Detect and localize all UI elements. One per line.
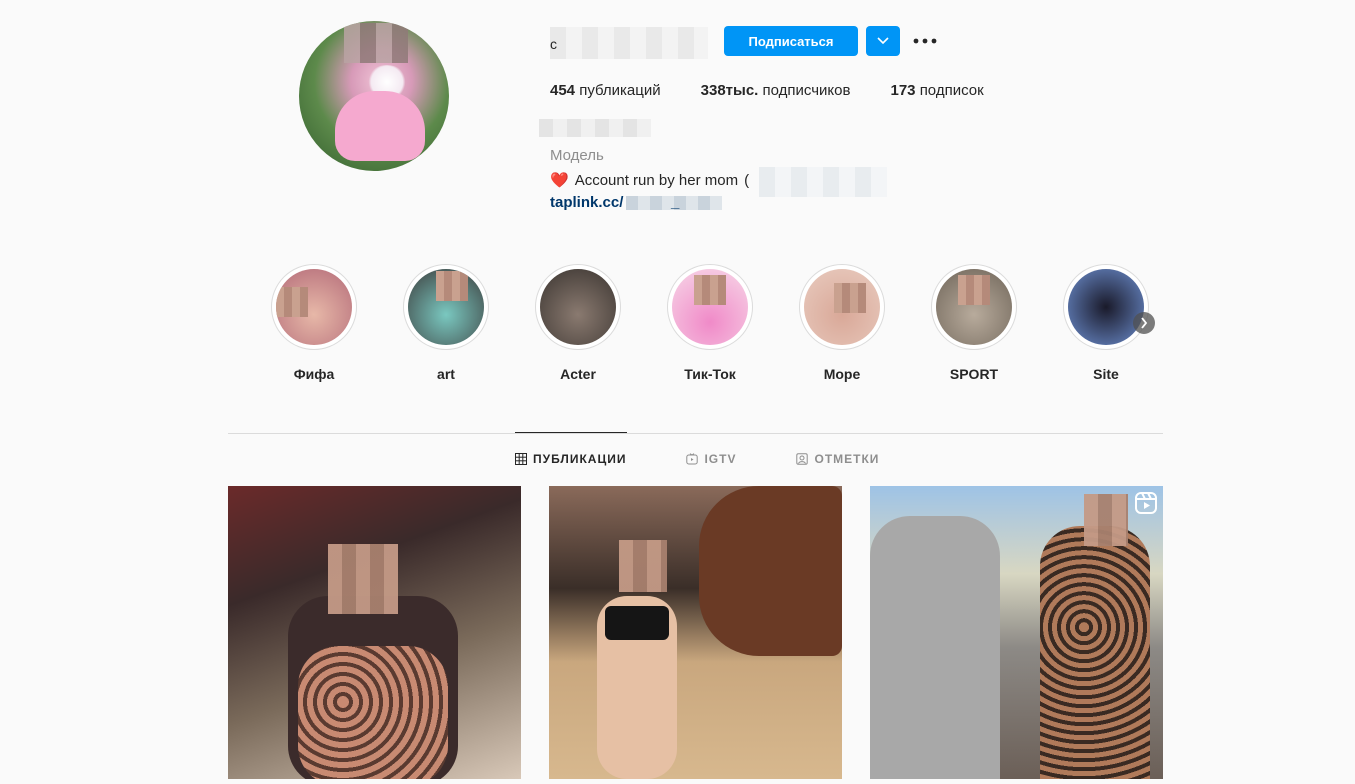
followers-stat[interactable]: 338тыс. подписчиков <box>701 82 851 99</box>
username-visible-char: c <box>550 36 557 52</box>
highlight-ring <box>403 264 489 350</box>
highlights-next-button[interactable] <box>1133 312 1155 334</box>
avatar-figure <box>335 91 425 161</box>
highlight-label: Site <box>1093 366 1119 382</box>
bio-text-trailing: ( <box>744 171 750 189</box>
highlight-ring <box>535 264 621 350</box>
highlight-label: SPORT <box>949 366 999 382</box>
highlight-image <box>1068 269 1144 345</box>
highlight-item[interactable]: art <box>402 264 490 382</box>
bio-text-line: ❤️ Account run by her mom ( <box>550 171 750 190</box>
bio-link-text: taplink.cc/ <box>550 194 624 211</box>
ellipsis-icon <box>913 38 937 44</box>
reels-icon <box>1135 492 1157 514</box>
chevron-right-icon <box>1141 317 1148 329</box>
highlight-image <box>540 269 616 345</box>
post-face-blur <box>1084 494 1128 546</box>
following-label: подписок <box>919 82 984 99</box>
highlight-item[interactable]: Тик-Ток <box>666 264 754 382</box>
igtv-icon <box>686 453 699 465</box>
post-face-blur <box>328 544 398 614</box>
tab-tagged[interactable]: ОТМЕТКИ <box>796 452 879 466</box>
highlight-image <box>936 269 1012 345</box>
post-figure-pattern <box>298 646 448 779</box>
tabs-divider <box>228 433 1163 434</box>
post-statue <box>870 516 1000 779</box>
highlight-label: Море <box>823 366 861 382</box>
highlight-item[interactable]: Acter <box>534 264 622 382</box>
highlight-item[interactable]: SPORT <box>930 264 1018 382</box>
profile-avatar[interactable] <box>299 21 449 171</box>
highlight-image <box>276 269 352 345</box>
highlight-ring <box>1063 264 1149 350</box>
highlight-image <box>804 269 880 345</box>
highlight-ring <box>271 264 357 350</box>
tab-posts[interactable]: ПУБЛИКАЦИИ <box>515 452 626 466</box>
followers-count: 338тыс. <box>700 82 759 99</box>
highlight-label: Тик-Ток <box>684 366 736 382</box>
highlight-ring <box>667 264 753 350</box>
bio-link-underscore: _ <box>671 194 680 211</box>
highlight-item[interactable]: Фифа <box>270 264 358 382</box>
posts-count: 454 <box>550 82 576 99</box>
chevron-down-icon <box>877 37 889 45</box>
bio-mention-blur <box>759 167 887 197</box>
heart-emoji-icon: ❤️ <box>550 172 569 189</box>
posts-stat: 454 публикаций <box>550 82 661 99</box>
profile-stats: 454 публикаций 338тыс. подписчиков 173 п… <box>550 82 984 99</box>
more-options-icon[interactable] <box>912 30 938 52</box>
post-thumbnail[interactable] <box>549 486 842 779</box>
highlight-ring <box>799 264 885 350</box>
highlight-label: art <box>437 366 455 382</box>
follow-button[interactable]: Подписаться <box>724 26 858 56</box>
post-thumbnail[interactable] <box>228 486 521 779</box>
bio-link[interactable]: taplink.cc/ <box>550 194 623 211</box>
tab-label: ОТМЕТКИ <box>814 452 880 466</box>
following-count: 173 <box>890 82 916 99</box>
post-top <box>605 606 669 640</box>
highlight-label: Фифа <box>293 366 335 382</box>
followers-label: подписчиков <box>762 82 851 99</box>
post-figure <box>1040 526 1150 779</box>
highlight-ring <box>931 264 1017 350</box>
profile-category: Модель <box>550 147 604 164</box>
profile-tabs: ПУБЛИКАЦИИ IGTV ОТМЕТКИ <box>515 452 879 466</box>
highlight-item[interactable]: Море <box>798 264 886 382</box>
highlight-image <box>672 269 748 345</box>
tagged-icon <box>796 453 809 465</box>
tab-igtv[interactable]: IGTV <box>686 452 736 466</box>
avatar-face-blur <box>344 23 408 63</box>
following-stat[interactable]: 173 подписок <box>890 82 983 99</box>
username-blur <box>550 27 708 59</box>
post-thumbnail[interactable] <box>870 486 1163 779</box>
post-face-blur <box>619 540 667 592</box>
highlight-image <box>408 269 484 345</box>
bio-text: Account run by her mom <box>574 171 739 189</box>
grid-icon <box>515 453 527 465</box>
active-tab-indicator <box>515 432 627 433</box>
profile-page: c Подписаться 454 публикаций 338тыс. под… <box>0 0 1355 784</box>
tab-label: IGTV <box>704 452 737 466</box>
post-horse <box>699 486 842 656</box>
suggested-dropdown-button[interactable] <box>866 26 900 56</box>
fullname-blur <box>539 119 651 137</box>
tab-label: ПУБЛИКАЦИИ <box>533 452 627 466</box>
highlight-label: Acter <box>560 366 596 382</box>
posts-label: публикаций <box>579 82 661 99</box>
